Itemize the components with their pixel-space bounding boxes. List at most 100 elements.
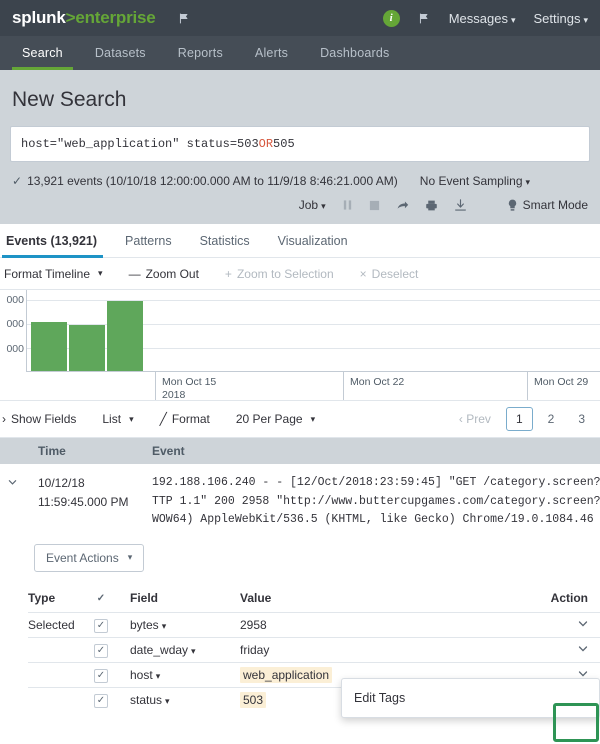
- search-input[interactable]: host="web_application" status=503 OR 505: [10, 126, 590, 162]
- splunk-logo[interactable]: splunk>enterprise: [12, 8, 156, 28]
- chevron-down-icon: ▾: [191, 646, 196, 656]
- column-header-field: Field: [130, 591, 240, 605]
- zoom-to-selection-button: +Zoom to Selection: [225, 267, 334, 281]
- per-page-menu[interactable]: 20 Per Page▾: [236, 412, 315, 426]
- event-date: 10/12/18: [38, 474, 152, 493]
- logo-secondary: enterprise: [75, 8, 155, 27]
- event-raw-text: 192.188.106.240 - - [12/Oct/2018:23:59:4…: [152, 474, 600, 530]
- nav-item-reports[interactable]: Reports: [162, 36, 239, 70]
- search-page: New Search host="web_application" status…: [0, 70, 600, 224]
- event-sampling-menu[interactable]: No Event Sampling▾: [420, 174, 530, 188]
- list-label: List: [102, 412, 121, 426]
- field-value-text: 2958: [240, 618, 267, 632]
- field-action-button[interactable]: [405, 618, 600, 632]
- tab-label: Patterns: [125, 234, 172, 248]
- job-menu[interactable]: Job▾: [299, 198, 326, 212]
- check-icon: ✓: [94, 669, 108, 683]
- column-header-value: Value: [240, 591, 405, 605]
- event-time: 11:59:45.000 PM: [38, 493, 152, 512]
- chevron-down-icon: [8, 478, 17, 490]
- zoom-out-button[interactable]: —Zoom Out: [129, 267, 199, 281]
- raw-line-2: TTP 1.1" 200 2958 "http://www.buttercupg…: [152, 493, 600, 512]
- plus-icon: +: [225, 267, 232, 281]
- field-action-button[interactable]: [405, 643, 600, 657]
- results-tabs: Events (13,921) Patterns Statistics Visu…: [0, 224, 600, 258]
- field-name-menu[interactable]: date_wday▾: [130, 643, 240, 657]
- chart-bar[interactable]: [31, 322, 67, 371]
- field-name-menu[interactable]: host▾: [130, 668, 240, 682]
- deselect-button: ×Deselect: [360, 267, 419, 281]
- per-page-label: 20 Per Page: [236, 412, 303, 426]
- search-mode-menu[interactable]: Smart Mode: [507, 198, 588, 212]
- page-button-3[interactable]: 3: [569, 408, 594, 430]
- print-icon[interactable]: [425, 199, 438, 212]
- search-mode-label: Smart Mode: [523, 198, 588, 212]
- tab-events[interactable]: Events (13,921): [2, 224, 111, 257]
- chevron-down-icon: ▾: [583, 15, 588, 25]
- timeline-chart[interactable]: 000 000 000 Mon Oct 15 2018: [0, 290, 600, 400]
- field-value-text: 503: [240, 692, 266, 708]
- chart-bar[interactable]: [107, 301, 143, 371]
- chevron-down-icon: ▾: [128, 552, 133, 563]
- flag-icon[interactable]: [178, 12, 191, 25]
- field-value: friday: [240, 643, 405, 657]
- nav-item-search[interactable]: Search: [6, 36, 79, 70]
- lightbulb-icon: [507, 199, 518, 212]
- table-row[interactable]: ✓ date_wday▾ friday: [28, 637, 600, 662]
- tab-label: Visualization: [278, 234, 348, 248]
- results-summary-bar: ✓ 13,921 events (10/10/18 12:00:00.000 A…: [10, 162, 590, 188]
- chart-bars: [27, 290, 143, 371]
- table-row[interactable]: Selected ✓ bytes▾ 2958: [28, 612, 600, 637]
- x-tick-line1: Mon Oct 29: [534, 376, 588, 389]
- logo-separator: >: [66, 8, 76, 27]
- nav-item-dashboards[interactable]: Dashboards: [304, 36, 405, 70]
- tab-patterns[interactable]: Patterns: [111, 224, 186, 257]
- format-timeline-menu[interactable]: Format Timeline▾: [4, 267, 103, 281]
- tab-visualization[interactable]: Visualization: [264, 224, 362, 257]
- job-label: Job: [299, 198, 318, 212]
- nav-item-datasets[interactable]: Datasets: [79, 36, 162, 70]
- settings-menu[interactable]: Settings▾: [533, 11, 588, 26]
- chevron-down-icon: ▾: [526, 177, 531, 187]
- column-header-type: Type: [28, 591, 94, 605]
- field-checkbox[interactable]: ✓: [94, 692, 130, 708]
- field-type: Selected: [28, 618, 94, 632]
- field-checkbox[interactable]: ✓: [94, 617, 130, 633]
- field-name-menu[interactable]: status▾: [130, 693, 240, 707]
- event-actions-button[interactable]: Event Actions ▾: [34, 544, 144, 572]
- field-checkbox[interactable]: ✓: [94, 667, 130, 683]
- chart-bar[interactable]: [69, 325, 105, 371]
- field-name-menu[interactable]: bytes▾: [130, 618, 240, 632]
- messages-menu[interactable]: Messages▾: [449, 11, 516, 26]
- tab-label: Events (13,921): [6, 234, 97, 248]
- nav-item-alerts[interactable]: Alerts: [239, 36, 304, 70]
- info-badge-icon[interactable]: i: [383, 10, 400, 27]
- check-icon: ✓: [94, 644, 108, 658]
- tab-statistics[interactable]: Statistics: [186, 224, 264, 257]
- table-row[interactable]: 10/12/18 11:59:45.000 PM 192.188.106.240…: [0, 464, 600, 538]
- close-icon: ×: [360, 267, 367, 281]
- chevron-down-icon: ▾: [98, 268, 103, 279]
- field-value-text: friday: [240, 643, 269, 657]
- field-value: 2958: [240, 618, 405, 632]
- format-button[interactable]: ╱Format: [160, 412, 210, 426]
- y-tick-label: 000: [6, 318, 24, 330]
- format-label: Format: [172, 412, 210, 426]
- share-icon[interactable]: [396, 199, 409, 212]
- alert-flag-icon[interactable]: [418, 12, 431, 25]
- page-button-2[interactable]: 2: [539, 408, 564, 430]
- chevron-down-icon: ▾: [129, 414, 134, 425]
- download-icon[interactable]: [454, 199, 467, 212]
- pause-icon[interactable]: [342, 199, 353, 211]
- select-all-checkbox[interactable]: ✓: [94, 590, 130, 606]
- field-checkbox[interactable]: ✓: [94, 642, 130, 658]
- list-view-menu[interactable]: List ▾: [102, 412, 133, 426]
- tab-label: Statistics: [200, 234, 250, 248]
- expand-row-button[interactable]: [0, 474, 24, 530]
- app-header: splunk>enterprise i Messages▾ Settings▾: [0, 0, 600, 36]
- job-toolbar: Job▾ Smart Mode: [10, 188, 590, 224]
- page-button-1[interactable]: 1: [506, 407, 533, 431]
- show-fields-button[interactable]: ›Show Fields: [2, 412, 76, 426]
- stop-icon[interactable]: [369, 200, 380, 211]
- chevron-down-icon: ▾: [156, 671, 161, 681]
